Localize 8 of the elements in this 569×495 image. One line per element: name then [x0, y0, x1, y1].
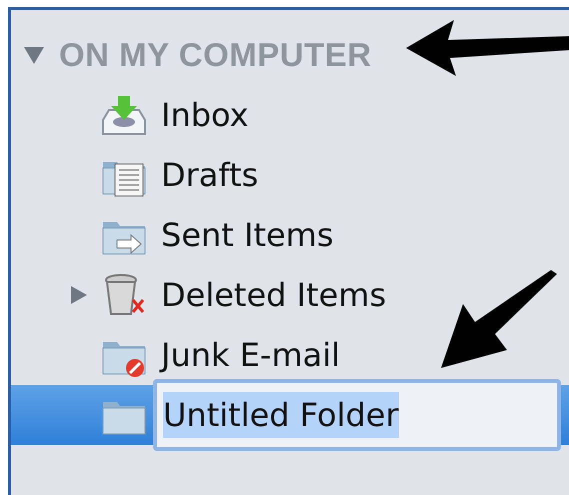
section-header: ON MY COMPUTER [59, 36, 372, 74]
folder-label[interactable]: Inbox [161, 96, 249, 134]
folder-label[interactable]: Drafts [161, 156, 258, 194]
folder-name-field[interactable]: Untitled Folder [153, 379, 561, 451]
folder-label[interactable]: Deleted Items [161, 276, 386, 314]
folder-label[interactable]: Junk E-mail [161, 336, 340, 374]
disclosure-triangle-icon[interactable] [23, 45, 45, 65]
folder-label[interactable]: Sent Items [161, 216, 334, 254]
